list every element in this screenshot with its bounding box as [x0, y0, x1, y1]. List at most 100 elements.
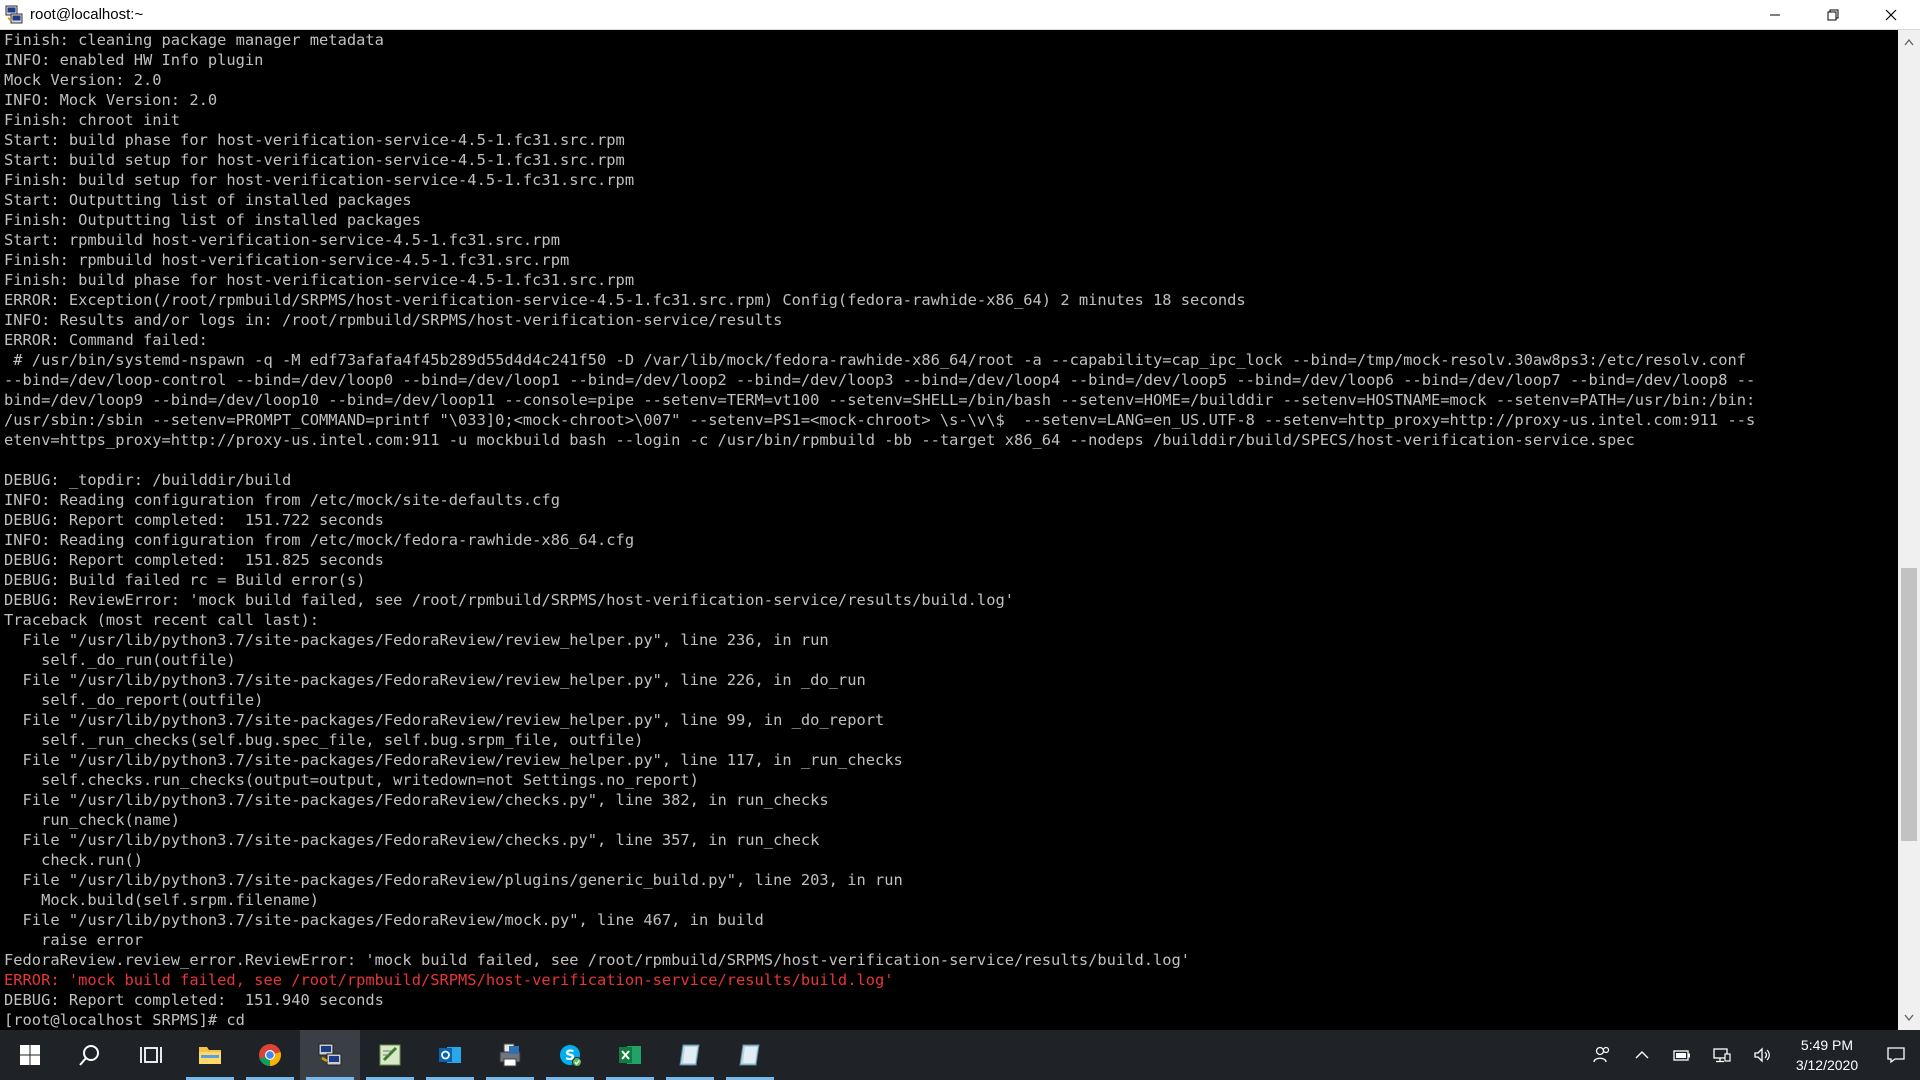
printer-app-button[interactable]: [480, 1030, 540, 1080]
terminal-line: self._do_report(outfile): [4, 691, 264, 709]
terminal-line: Finish: rpmbuild host-verification-servi…: [4, 251, 570, 269]
scroll-down-button[interactable]: [1898, 1008, 1920, 1028]
chevron-down-icon: [1904, 1014, 1914, 1022]
minimize-button[interactable]: [1746, 0, 1804, 29]
people-button[interactable]: [1582, 1030, 1622, 1080]
restore-button[interactable]: [1804, 0, 1862, 29]
terminal-line: Finish: cleaning package manager metadat…: [4, 31, 384, 49]
app-button-1[interactable]: [660, 1030, 720, 1080]
terminal-line: self.checks.run_checks(output=output, wr…: [4, 771, 699, 789]
people-icon: [1593, 1046, 1610, 1063]
search-icon: [79, 1045, 99, 1066]
taskbar: S 5:49 PM 3/12/2020: [0, 1030, 1920, 1080]
clock-date: 3/12/2020: [1795, 1057, 1859, 1073]
terminal-error-line: ERROR: 'mock build failed, see /root/rpm…: [4, 971, 894, 989]
terminal-line: etenv=https_proxy=http://proxy-us.intel.…: [4, 431, 1635, 449]
putty-icon: [318, 1043, 342, 1066]
terminal-line: /usr/sbin:/sbin --setenv=PROMPT_COMMAND=…: [4, 411, 1756, 429]
excel-button[interactable]: [600, 1030, 660, 1080]
terminal-line: check.run(): [4, 851, 143, 869]
notification-icon: [1887, 1047, 1905, 1064]
terminal-line: Mock Version: 2.0: [4, 71, 162, 89]
chrome-button[interactable]: [240, 1030, 300, 1080]
terminal-line: Start: Outputting list of installed pack…: [4, 191, 412, 209]
outlook-button[interactable]: [420, 1030, 480, 1080]
window-controls: [1746, 0, 1920, 29]
terminal-line: Start: build setup for host-verification…: [4, 151, 625, 169]
terminal-line: File "/usr/lib/python3.7/site-packages/F…: [4, 791, 829, 809]
terminal-line: Finish: chroot init: [4, 111, 181, 129]
volume-button[interactable]: [1742, 1030, 1782, 1080]
chevron-up-icon: [1635, 1051, 1649, 1059]
terminal-output[interactable]: Finish: cleaning package manager metadat…: [0, 30, 1898, 1030]
terminal-line: File "/usr/lib/python3.7/site-packages/F…: [4, 671, 866, 689]
skype-icon: S: [560, 1045, 582, 1067]
terminal-line: run_check(name): [4, 811, 181, 829]
search-button[interactable]: [60, 1030, 120, 1080]
notepad-icon: [379, 1044, 401, 1066]
clock-time: 5:49 PM: [1800, 1037, 1854, 1053]
excel-icon: [619, 1046, 641, 1064]
terminal-line: # /usr/bin/systemd-nspawn -q -M edf73afa…: [4, 351, 1746, 369]
terminal-line: DEBUG: _topdir: /builddir/build: [4, 471, 292, 489]
window-titlebar[interactable]: root@localhost:~: [0, 0, 1920, 30]
close-button[interactable]: [1862, 0, 1920, 29]
terminal-line: DEBUG: Report completed: 151.722 seconds: [4, 511, 384, 529]
app-button-2[interactable]: [720, 1030, 780, 1080]
battery-icon: [1673, 1050, 1690, 1061]
terminal-line: self._do_run(outfile): [4, 651, 236, 669]
network-button[interactable]: [1702, 1030, 1742, 1080]
terminal-line: ERROR: Exception(/root/rpmbuild/SRPMS/ho…: [4, 291, 1246, 309]
document-app-icon: [679, 1044, 700, 1066]
putty-app-icon[interactable]: [4, 5, 24, 25]
restore-icon: [1827, 9, 1839, 20]
vertical-scrollbar[interactable]: [1898, 30, 1920, 1030]
putty-button[interactable]: [300, 1030, 360, 1080]
window-title: root@localhost:~: [30, 6, 144, 23]
terminal-line: DEBUG: Report completed: 151.825 seconds: [4, 551, 384, 569]
terminal-line: Traceback (most recent call last):: [4, 611, 320, 629]
terminal-line: Start: build phase for host-verification…: [4, 131, 625, 149]
notepad-button[interactable]: [360, 1030, 420, 1080]
terminal-line: File "/usr/lib/python3.7/site-packages/F…: [4, 911, 764, 929]
battery-button[interactable]: [1662, 1030, 1702, 1080]
terminal-line: File "/usr/lib/python3.7/site-packages/F…: [4, 831, 820, 849]
terminal-line: INFO: Results and/or logs in: /root/rpmb…: [4, 311, 783, 329]
terminal-line: DEBUG: Report completed: 151.940 seconds: [4, 991, 384, 1009]
terminal-line: raise error: [4, 931, 143, 949]
scroll-up-button[interactable]: [1898, 32, 1920, 52]
skype-button[interactable]: S: [540, 1030, 600, 1080]
file-explorer-button[interactable]: [180, 1030, 240, 1080]
terminal-line: File "/usr/lib/python3.7/site-packages/F…: [4, 711, 885, 729]
show-hidden-icons-button[interactable]: [1622, 1030, 1662, 1080]
folder-icon: [199, 1047, 221, 1064]
scrollbar-thumb[interactable]: [1901, 568, 1917, 841]
terminal-text: Finish: cleaning package manager metadat…: [0, 30, 1898, 1030]
system-tray: 5:49 PM 3/12/2020: [1582, 1030, 1920, 1080]
terminal-line: Finish: build setup for host-verificatio…: [4, 171, 635, 189]
outlook-icon: [439, 1047, 461, 1063]
task-view-icon: [140, 1047, 162, 1063]
clock[interactable]: 5:49 PM 3/12/2020: [1782, 1030, 1872, 1080]
terminal-line: Start: rpmbuild host-verification-servic…: [4, 231, 560, 249]
terminal-line: FedoraReview.review_error.ReviewError: '…: [4, 951, 1191, 969]
windows-logo-icon: [20, 1045, 40, 1065]
terminal-line: File "/usr/lib/python3.7/site-packages/F…: [4, 631, 829, 649]
terminal-line: Finish: build phase for host-verificatio…: [4, 271, 635, 289]
network-icon: [1713, 1048, 1731, 1063]
task-view-button[interactable]: [120, 1030, 180, 1080]
terminal-line: INFO: Reading configuration from /etc/mo…: [4, 531, 635, 549]
start-button[interactable]: [0, 1030, 60, 1080]
terminal-line: File "/usr/lib/python3.7/site-packages/F…: [4, 871, 903, 889]
terminal-line: --bind=/dev/loop-control --bind=/dev/loo…: [4, 371, 1756, 389]
terminal-line: INFO: Mock Version: 2.0: [4, 91, 218, 109]
terminal-line: Finish: Outputting list of installed pac…: [4, 211, 421, 229]
speaker-icon: [1754, 1047, 1770, 1063]
terminal-line: Mock.build(self.srpm.filename): [4, 891, 320, 909]
terminal-line: bind=/dev/loop9 --bind=/dev/loop10 --bin…: [4, 391, 1756, 409]
chrome-icon: [259, 1044, 281, 1067]
minimize-icon: [1770, 14, 1780, 15]
chevron-up-icon: [1904, 38, 1914, 46]
action-center-button[interactable]: [1872, 1030, 1920, 1080]
